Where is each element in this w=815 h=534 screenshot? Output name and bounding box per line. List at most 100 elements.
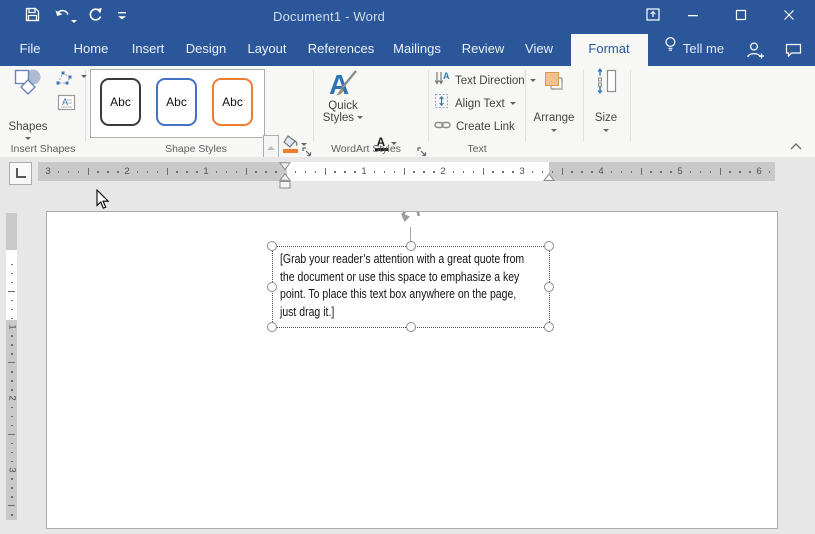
align-text-label: Align Text xyxy=(455,98,505,110)
svg-text:A: A xyxy=(443,71,450,81)
maximize-button[interactable] xyxy=(729,6,753,28)
resize-handle-top-middle[interactable] xyxy=(406,241,416,251)
undo-dropdown-caret[interactable] xyxy=(71,13,77,31)
customize-qat-button[interactable] xyxy=(111,7,133,27)
arrange-icon xyxy=(541,68,567,99)
document-canvas: 321123456 123 [Grab your reader’s atte xyxy=(0,157,815,534)
redo-button[interactable] xyxy=(84,7,106,27)
quick-styles-button[interactable]: A Quick Styles xyxy=(318,68,368,124)
rotate-handle[interactable] xyxy=(400,211,422,227)
quick-styles-label-1: Quick xyxy=(328,100,357,112)
comments-button[interactable] xyxy=(785,43,802,62)
selected-text-box[interactable]: [Grab your reader’s attention with a gre… xyxy=(272,246,550,328)
shape-style-option-1[interactable]: Abc xyxy=(100,78,141,126)
create-link-button[interactable]: Create Link xyxy=(434,118,515,135)
group-divider xyxy=(583,70,584,142)
create-link-icon xyxy=(434,118,451,136)
shape-styles-gallery: Abc Abc Abc xyxy=(90,69,265,138)
shape-style-option-2[interactable]: Abc xyxy=(156,78,197,126)
tab-layout[interactable]: Layout xyxy=(247,34,286,64)
ruler-number: 5 xyxy=(677,162,682,181)
save-icon xyxy=(25,7,40,27)
tab-view[interactable]: View xyxy=(525,34,553,64)
horizontal-ruler-text-area xyxy=(287,162,549,181)
tab-format[interactable]: Format xyxy=(588,34,629,64)
shape-style-option-3[interactable]: Abc xyxy=(212,78,253,126)
resize-handle-bottom-middle[interactable] xyxy=(406,322,416,332)
text-line: the document or use this space to emphas… xyxy=(280,269,524,287)
group-divider xyxy=(630,70,631,142)
ruler-number: 1 xyxy=(361,162,366,181)
minimize-button[interactable] xyxy=(681,6,705,28)
first-line-indent-marker[interactable] xyxy=(280,163,290,170)
window-title: Document1 - Word xyxy=(273,9,385,24)
text-direction-button[interactable]: A Text Direction xyxy=(434,72,536,89)
arrange-button-label: Arrange xyxy=(534,112,575,124)
edit-shape-button[interactable] xyxy=(55,70,84,92)
group-divider xyxy=(313,70,314,142)
tab-home[interactable]: Home xyxy=(74,34,109,64)
tab-mailings[interactable]: Mailings xyxy=(393,34,441,64)
ribbon-display-options-icon xyxy=(646,8,660,26)
tab-references[interactable]: References xyxy=(308,34,374,64)
size-button-label: Size xyxy=(595,112,617,124)
svg-text:A: A xyxy=(62,97,68,107)
shapes-button[interactable]: Shapes xyxy=(4,68,52,140)
resize-handle-middle-left[interactable] xyxy=(267,282,277,292)
edit-shape-dropdown-caret xyxy=(81,75,87,78)
title-bar: Document1 - Word xyxy=(0,0,815,34)
text-direction-label: Text Direction xyxy=(455,75,525,87)
resize-handle-top-right[interactable] xyxy=(544,241,554,251)
left-indent-marker[interactable] xyxy=(280,182,290,189)
text-line: just drag it.] xyxy=(280,304,524,322)
tab-file[interactable]: File xyxy=(20,34,41,64)
gallery-scroll-up-icon xyxy=(267,146,275,150)
resize-handle-bottom-left[interactable] xyxy=(267,322,277,332)
align-text-button[interactable]: Align Text xyxy=(434,95,516,112)
arrange-dropdown-caret xyxy=(551,129,557,132)
collapse-ribbon-button[interactable] xyxy=(789,138,803,156)
resize-handle-top-left[interactable] xyxy=(267,241,277,251)
group-label-text: Text xyxy=(467,143,486,156)
group-label-shape-styles: Shape Styles xyxy=(165,143,227,156)
horizontal-ruler: 321123456 xyxy=(38,162,775,181)
vertical-ruler: 123 xyxy=(6,213,17,520)
arrange-button[interactable]: Arrange xyxy=(529,68,579,132)
customize-qat-icon xyxy=(117,8,127,26)
ribbon: Shapes A Insert Shapes Abc Abc Abc xyxy=(0,66,815,158)
tell-me-box[interactable]: Tell me xyxy=(664,34,724,64)
right-indent-marker[interactable] xyxy=(544,174,554,181)
close-icon xyxy=(783,8,795,26)
hanging-indent-marker[interactable] xyxy=(280,174,290,180)
quick-styles-icon: A xyxy=(326,68,360,100)
mouse-cursor xyxy=(96,189,110,210)
align-text-icon xyxy=(434,93,450,114)
tab-review[interactable]: Review xyxy=(462,34,505,64)
tab-design[interactable]: Design xyxy=(186,34,226,64)
ruler-number: 3 xyxy=(519,162,524,181)
undo-button[interactable] xyxy=(51,7,73,27)
shapes-button-label: Shapes xyxy=(8,121,47,133)
size-dropdown-caret xyxy=(603,129,609,132)
group-divider xyxy=(428,70,429,142)
tab-insert[interactable]: Insert xyxy=(132,34,165,64)
text-box-icon: A xyxy=(57,98,76,115)
ruler-number: 6 xyxy=(756,162,761,181)
draw-text-box-button[interactable]: A xyxy=(57,94,76,116)
text-box-placeholder-text[interactable]: [Grab your reader’s attention with a gre… xyxy=(280,251,524,321)
size-button[interactable]: Size xyxy=(586,68,626,132)
document-page[interactable]: [Grab your reader’s attention with a gre… xyxy=(46,211,778,529)
resize-handle-bottom-right[interactable] xyxy=(544,322,554,332)
edit-shape-icon xyxy=(55,74,78,91)
close-button[interactable] xyxy=(777,6,801,28)
save-button[interactable] xyxy=(21,7,43,27)
ribbon-display-options-button[interactable] xyxy=(641,6,665,28)
indent-markers xyxy=(278,162,292,189)
size-icon xyxy=(594,68,618,99)
tab-stop-selector[interactable] xyxy=(9,162,32,185)
ruler-number: 4 xyxy=(598,162,603,181)
resize-handle-middle-right[interactable] xyxy=(544,282,554,292)
text-direction-icon: A xyxy=(434,70,450,91)
redo-icon xyxy=(87,7,103,28)
sign-in-button[interactable] xyxy=(746,41,766,64)
